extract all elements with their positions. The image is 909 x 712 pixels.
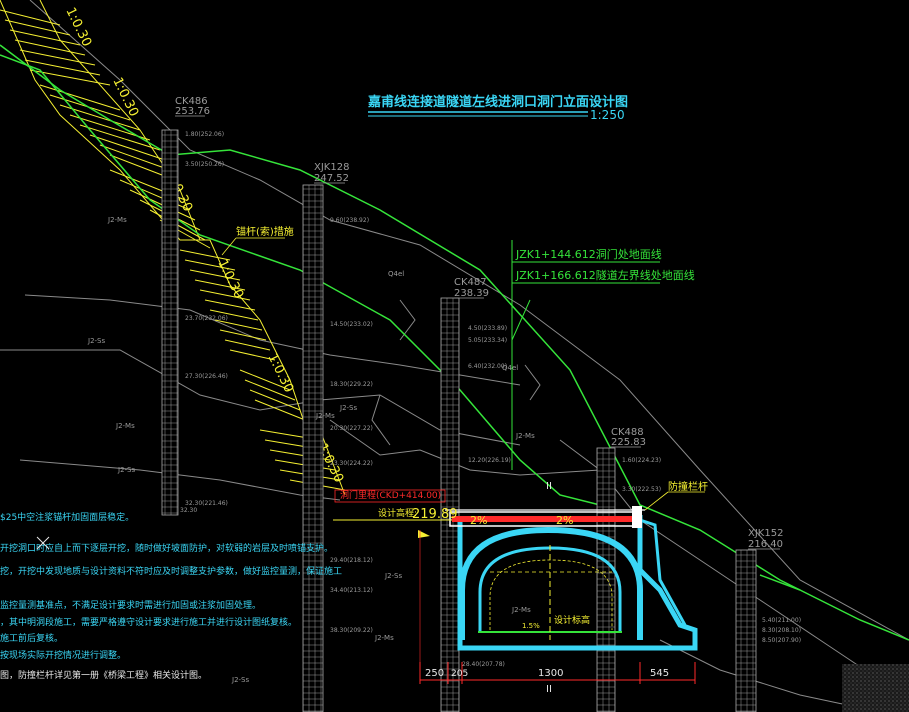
borehole-elev: 247.52 bbox=[314, 173, 349, 184]
rock-code: J2-Ss bbox=[384, 572, 402, 580]
layer-label: 4.50(233.89) bbox=[468, 325, 507, 332]
guardrail-label: 防撞栏杆 bbox=[668, 480, 708, 493]
layer-label: 23.70(232.06) bbox=[185, 315, 228, 322]
guardrail-callout: 防撞栏杆 bbox=[644, 480, 708, 511]
layer-label: 29.40(218.12) bbox=[330, 557, 373, 564]
cad-drawing-canvas: 嘉甫线连接道隧道左线进洞口洞门立面设计图 1:250 1:0.30 1:0.30… bbox=[0, 0, 909, 712]
rock-code: Q4el bbox=[502, 364, 518, 372]
rock-code: J2-Ms bbox=[515, 432, 535, 440]
layer-label: 20.30(227.22) bbox=[330, 425, 373, 432]
anchor-support-label: 锚杆(索)措施 bbox=[236, 225, 294, 238]
station-ground-line-1: JZK1+144.612洞门处地面线 bbox=[515, 247, 662, 261]
drawing-title: 嘉甫线连接道隧道左线进洞口洞门立面设计图 bbox=[367, 94, 628, 110]
layer-label: 27.30(226.46) bbox=[185, 373, 228, 380]
layer-label: 32.30 bbox=[180, 507, 197, 514]
design-notes: $25中空注浆锚杆加固面层稳定。 开挖洞口时应自上而下逐层开挖，随时做好坡面防护… bbox=[0, 511, 342, 681]
layer-label: 28.40(207.78) bbox=[462, 661, 505, 668]
dim-205: 205 bbox=[451, 669, 468, 679]
rock-code: J2-Ss bbox=[231, 676, 249, 684]
anchor-support-callout: 锚杆(索)措施 bbox=[221, 225, 294, 256]
layer-label: 3.50(250.26) bbox=[185, 161, 224, 168]
borehole-elev: 225.83 bbox=[611, 437, 646, 448]
dim-250: 250 bbox=[425, 668, 444, 679]
layer-label: 8.30(208.10) bbox=[762, 627, 801, 634]
borehole-elev: 216.40 bbox=[748, 539, 783, 550]
rock-code: J2-Ms bbox=[315, 412, 335, 420]
drawing-title-block: 嘉甫线连接道隧道左线进洞口洞门立面设计图 1:250 bbox=[367, 94, 628, 122]
note-line-7: 按现场实际开挖情况进行调整。 bbox=[0, 649, 126, 661]
borehole-elev: 238.39 bbox=[454, 288, 489, 299]
layer-label: 1.80(252.06) bbox=[185, 131, 224, 138]
hatched-block bbox=[842, 664, 909, 712]
layer-label: 1.60(224.23) bbox=[622, 457, 661, 464]
layer-label: 34.40(213.12) bbox=[330, 587, 373, 594]
rock-code: J2-Ms bbox=[115, 422, 135, 430]
grade-right: 2% bbox=[556, 514, 573, 527]
grade-left: 2% bbox=[470, 514, 487, 527]
note-line-6: 施工前后复核。 bbox=[0, 632, 63, 644]
note-line-4: 监控量测基准点，不满足设计要求时需进行加固或注浆加固处理。 bbox=[0, 599, 261, 611]
note-line-3: 挖，开挖中发现地质与设计资料不符时应及时调整支护参数，做好监控量测，保证施工 bbox=[0, 565, 342, 577]
layer-label: 23.30(224.22) bbox=[330, 460, 373, 467]
rock-code: J2-Ms bbox=[374, 634, 394, 642]
layer-label: 32.30(221.46) bbox=[185, 500, 228, 507]
layer-label: 5.05(233.34) bbox=[468, 337, 507, 344]
portal-station-label: 洞门里程(CKD+414.00) bbox=[340, 489, 441, 501]
slope-label-5: 1:0.30 bbox=[264, 351, 296, 395]
layer-label: 18.30(229.22) bbox=[330, 381, 373, 388]
rock-code: Q4el bbox=[388, 270, 404, 278]
section-mark-top: II bbox=[546, 481, 552, 492]
design-elev-value: 219.89 bbox=[412, 507, 458, 522]
rock-code: J2-Ss bbox=[87, 337, 105, 345]
dim-545: 545 bbox=[650, 668, 669, 679]
layer-label: 3.30(222.53) bbox=[622, 486, 661, 493]
layer-label: 38.30(209.22) bbox=[330, 627, 373, 634]
inner-design-label: 设计标高 bbox=[554, 614, 590, 626]
layer-label: 9.60(238.92) bbox=[330, 217, 369, 224]
layer-label: 14.50(233.02) bbox=[330, 321, 373, 328]
borehole-XJK128: XJK128 247.52 9.60(238.92) 14.50(233.02)… bbox=[302, 162, 373, 712]
borehole-elev: 253.76 bbox=[175, 106, 210, 117]
borehole-id: XJK128 bbox=[314, 162, 349, 173]
section-mark-bottom: II bbox=[546, 684, 552, 695]
slope-label-4: 1:0.30 bbox=[214, 257, 246, 301]
rock-code: J2-Ms bbox=[511, 606, 531, 614]
rock-code: J2-Ss bbox=[339, 404, 357, 412]
station-ground-line-2: JZK1+166.612隧道左界线处地面线 bbox=[515, 268, 695, 282]
layer-label: 5.40(211.00) bbox=[762, 617, 801, 624]
borehole-id: CK487 bbox=[454, 277, 487, 288]
note-line-8: 图，防撞栏杆详见第一册《桥梁工程》相关设计图。 bbox=[0, 669, 207, 681]
rock-code: J2-Ss bbox=[117, 466, 135, 474]
design-elevation: 设计高程: 219.89 洞门里程(CKD+414.00) bbox=[333, 489, 458, 538]
borehole-XJK152: XJK152 216.40 5.40(211.00) 8.30(208.10) … bbox=[735, 528, 801, 712]
note-line-5: ，其中明洞段施工，需要严格遵守设计要求进行施工并进行设计图纸复核。 bbox=[0, 616, 297, 628]
note-line-2: 开挖洞口时应自上而下逐层开挖，随时做好坡面防护，对软弱的岩层及时喷锚支护。 bbox=[0, 542, 333, 554]
rock-code: J2-Ms bbox=[107, 216, 127, 224]
note-line-1: $25中空注浆锚杆加固面层稳定。 bbox=[0, 511, 134, 523]
inner-grade: 1.5% bbox=[522, 622, 540, 630]
slope-label-2: 1:0.30 bbox=[109, 75, 141, 119]
dim-1300: 1300 bbox=[538, 668, 563, 679]
drawing-scale: 1:250 bbox=[590, 108, 625, 122]
borehole-CK486: CK486 253.76 1.80(252.06) 3.50(250.26) 2… bbox=[161, 96, 228, 516]
layer-label: 12.20(226.19) bbox=[468, 457, 511, 464]
borehole-id: XJK152 bbox=[748, 528, 783, 539]
layer-label: 8.50(207.90) bbox=[762, 637, 801, 644]
